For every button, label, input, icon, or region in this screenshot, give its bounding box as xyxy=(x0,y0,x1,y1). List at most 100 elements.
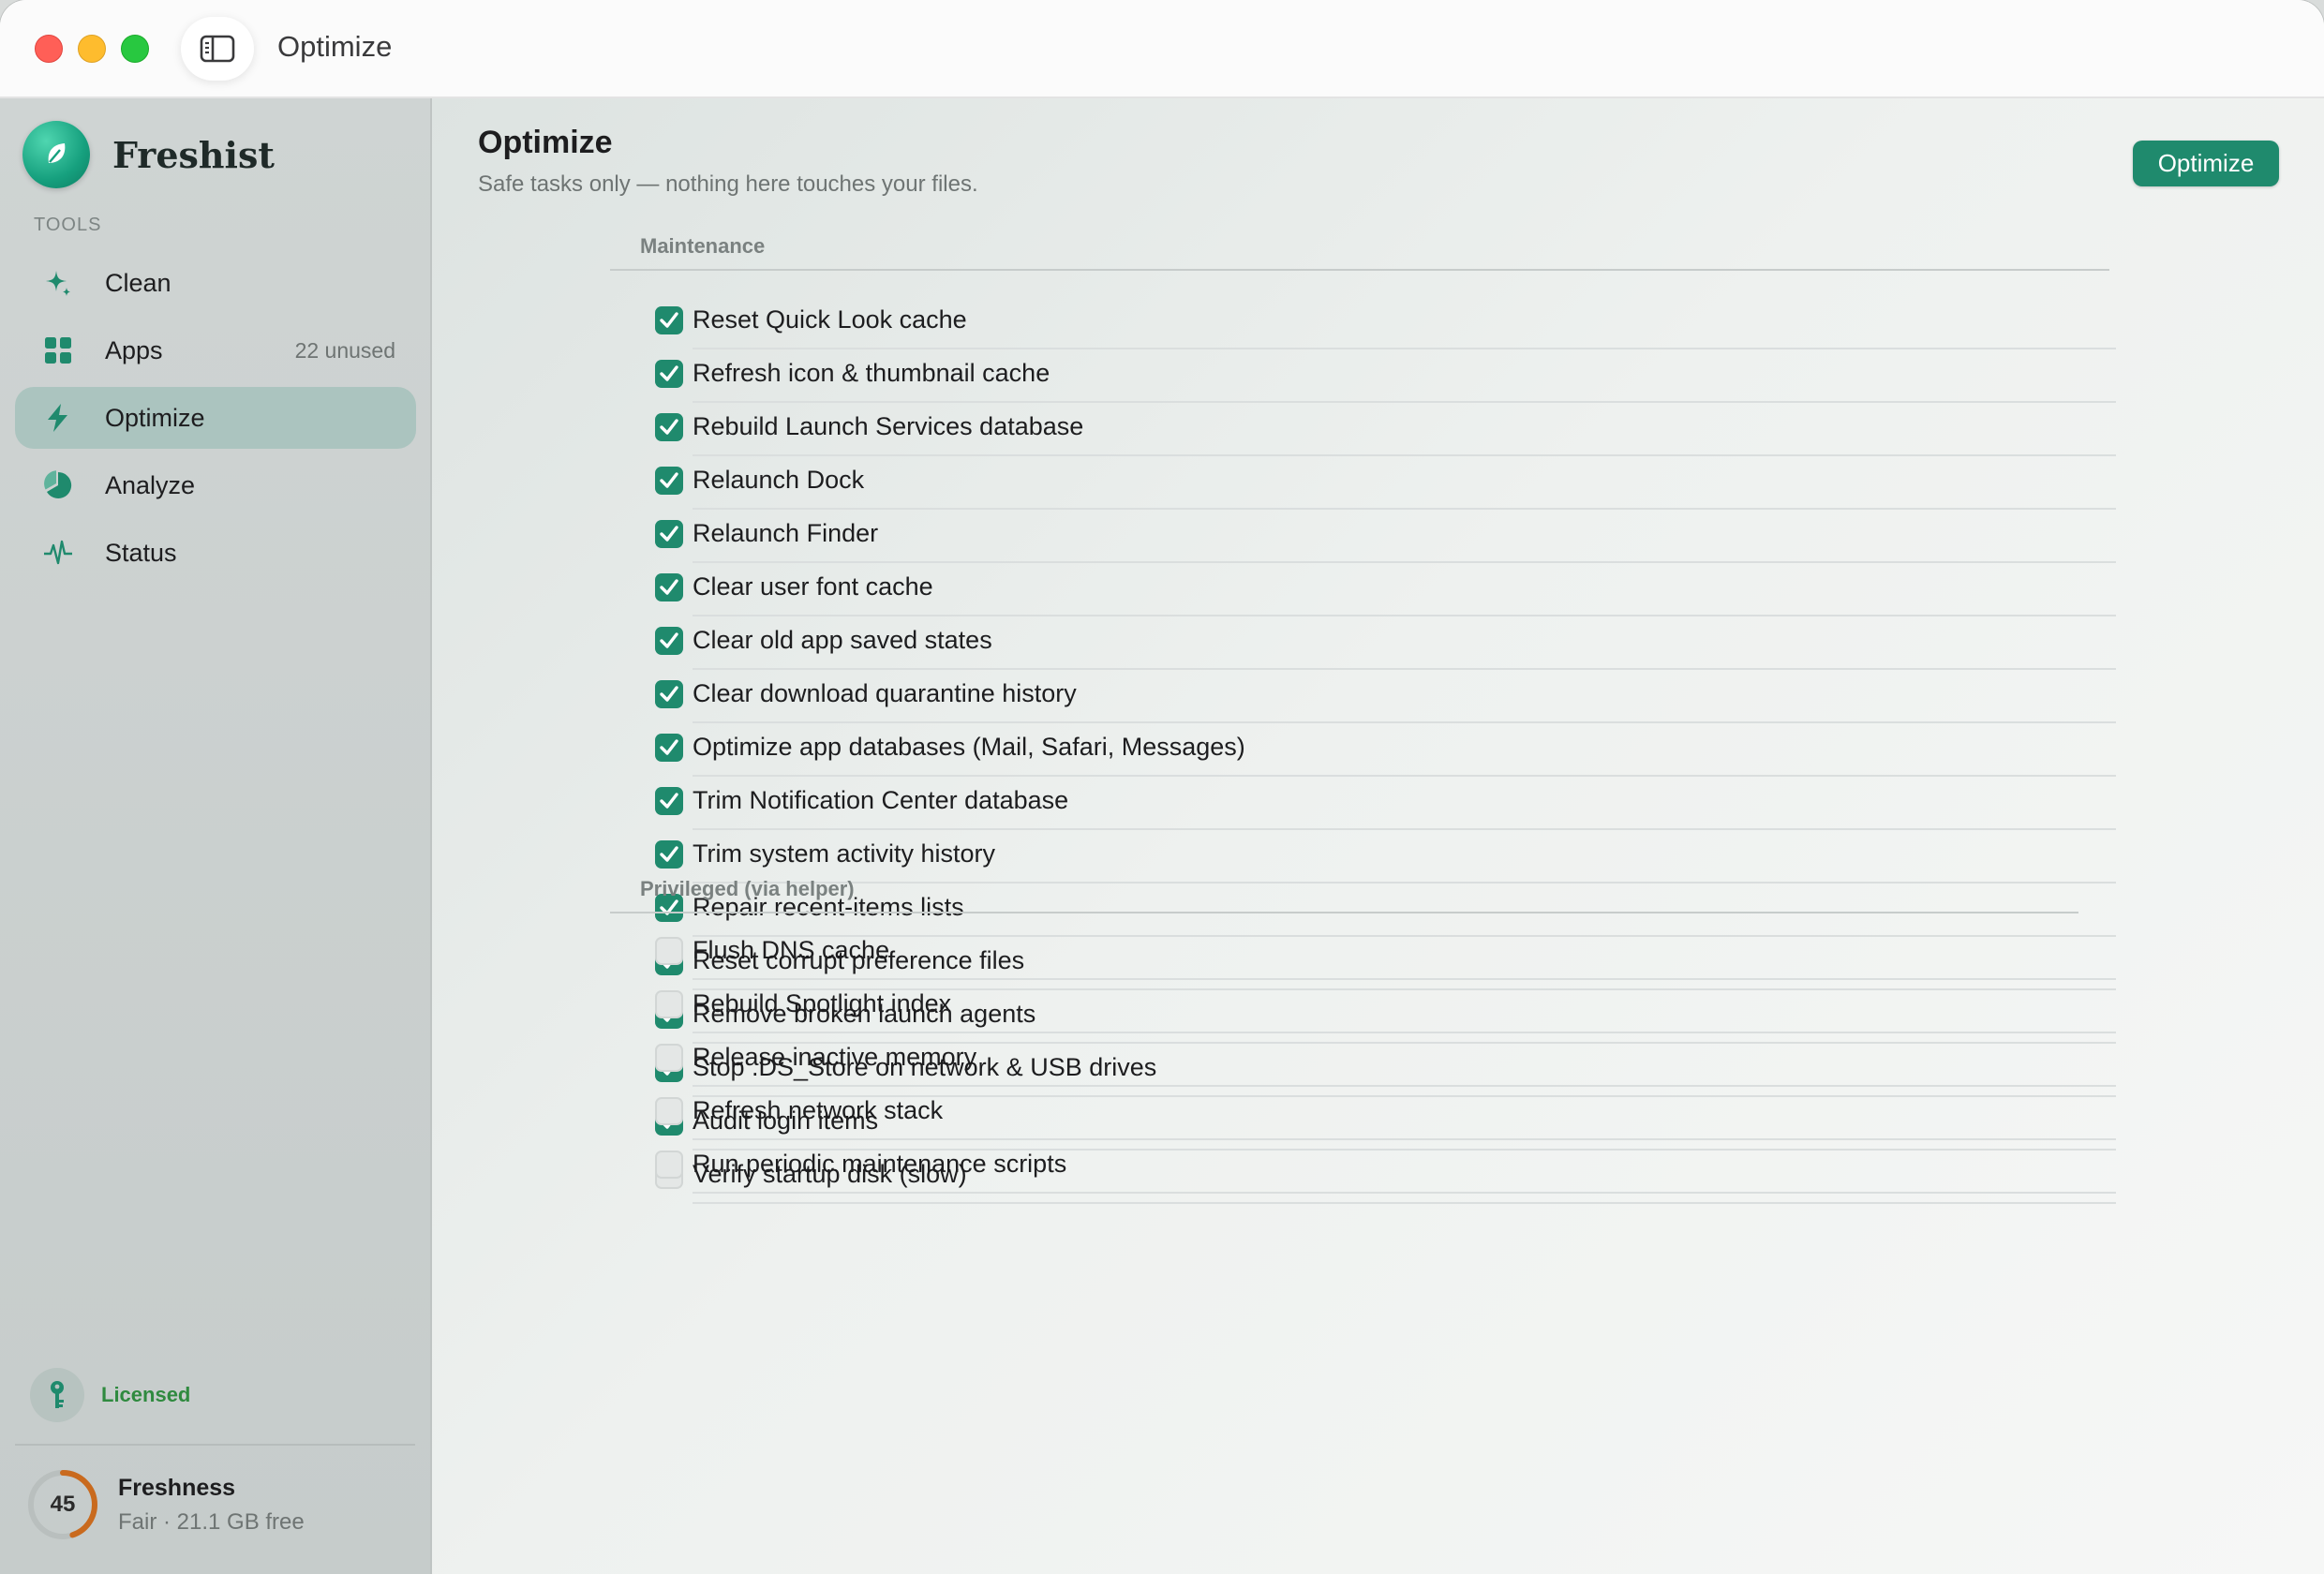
checkmark-icon xyxy=(660,312,678,328)
sidebar-divider xyxy=(15,1444,415,1446)
sidebar-item-clean[interactable]: Clean xyxy=(15,252,416,314)
pie-chart-icon xyxy=(44,470,72,498)
group-divider xyxy=(610,269,2109,271)
main-content: Optimize Safe tasks only — nothing here … xyxy=(432,98,2324,1574)
key-icon xyxy=(30,1368,84,1422)
task-row[interactable]: Relaunch Finder xyxy=(655,510,2116,563)
task-checkbox[interactable] xyxy=(655,1151,683,1179)
task-label: Clear user font cache xyxy=(693,572,933,601)
task-row[interactable]: Refresh network stack xyxy=(655,1087,2116,1140)
freshness-title: Freshness xyxy=(118,1474,236,1501)
task-checkbox[interactable] xyxy=(655,306,683,334)
row-divider xyxy=(693,1202,2116,1204)
task-label: Trim Notification Center database xyxy=(693,786,1069,814)
task-checkbox[interactable] xyxy=(655,573,683,601)
window-title: Optimize xyxy=(277,30,393,63)
task-label: Release inactive memory xyxy=(693,1043,977,1071)
sidebar-item-label: Clean xyxy=(105,268,171,297)
page-subtitle: Safe tasks only — nothing here touches y… xyxy=(478,171,978,197)
checkmark-icon xyxy=(660,899,678,915)
license-status[interactable]: Licensed xyxy=(30,1368,190,1422)
checkmark-icon xyxy=(660,793,678,809)
optimize-button[interactable]: Optimize xyxy=(2133,141,2279,186)
freshness-score: 45 xyxy=(50,1492,76,1517)
task-label: Rebuild Spotlight index xyxy=(693,989,952,1017)
section-label-tools: TOOLS xyxy=(34,215,102,235)
task-row[interactable]: Clear user font cache xyxy=(655,563,2116,616)
sidebar-item-label: Analyze xyxy=(105,470,196,499)
leaf-icon xyxy=(48,143,66,163)
task-checkbox[interactable] xyxy=(655,1044,683,1072)
task-row[interactable]: Rebuild Spotlight index xyxy=(655,980,2116,1033)
zoom-window-button[interactable] xyxy=(121,35,149,63)
task-label: Rebuild Launch Services database xyxy=(693,412,1084,440)
task-checkbox[interactable] xyxy=(655,413,683,441)
checkmark-icon xyxy=(660,739,678,755)
task-label: Optimize app databases (Mail, Safari, Me… xyxy=(693,733,1245,761)
task-row[interactable]: Rebuild Launch Services database xyxy=(655,403,2116,456)
freshness-summary[interactable]: 45 Freshness Fair · 21.1 GB free xyxy=(26,1468,305,1541)
task-row[interactable]: Trim system activity history xyxy=(655,830,2116,884)
task-label: Flush DNS cache xyxy=(693,936,890,964)
task-row[interactable]: Run periodic maintenance scripts xyxy=(655,1140,2116,1194)
checkmark-icon xyxy=(660,686,678,702)
task-checkbox[interactable] xyxy=(655,360,683,388)
task-row[interactable]: Trim Notification Center database xyxy=(655,777,2116,830)
license-label: Licensed xyxy=(101,1383,191,1406)
grid-icon xyxy=(45,337,71,364)
brand-name: Freshist xyxy=(112,133,275,176)
brand: Freshist xyxy=(22,121,275,188)
task-row[interactable]: Reset Quick Look cache xyxy=(655,296,2116,349)
task-row[interactable]: Clear old app saved states xyxy=(655,616,2116,670)
sidebar-item-analyze[interactable]: Analyze xyxy=(15,454,416,516)
sidebar-item-apps[interactable]: Apps 22 unused xyxy=(15,319,416,381)
task-label: Refresh network stack xyxy=(693,1096,944,1124)
sidebar-toggle-icon xyxy=(200,35,235,63)
minimize-window-button[interactable] xyxy=(78,35,106,63)
task-checkbox[interactable] xyxy=(655,467,683,495)
unused-apps-badge: 22 unused xyxy=(294,337,395,363)
task-row[interactable]: Flush DNS cache xyxy=(655,927,2116,980)
task-label: Reset Quick Look cache xyxy=(693,305,967,334)
pulse-icon xyxy=(44,540,72,565)
task-checkbox[interactable] xyxy=(655,680,683,708)
task-row[interactable]: Clear download quarantine history xyxy=(655,670,2116,723)
group-header: Privileged (via helper) xyxy=(640,877,855,900)
task-checkbox[interactable] xyxy=(655,1097,683,1125)
task-checkbox[interactable] xyxy=(655,787,683,815)
sidebar-item-status[interactable]: Status xyxy=(15,522,416,584)
brand-logo xyxy=(22,121,90,188)
close-window-button[interactable] xyxy=(35,35,63,63)
task-checkbox[interactable] xyxy=(655,627,683,655)
task-row[interactable]: Refresh icon & thumbnail cache xyxy=(655,349,2116,403)
task-label: Clear old app saved states xyxy=(693,626,992,654)
task-checkbox[interactable] xyxy=(655,840,683,869)
task-label: Relaunch Dock xyxy=(693,466,865,494)
task-row[interactable]: Relaunch Dock xyxy=(655,456,2116,510)
sidebar-item-label: Optimize xyxy=(105,403,205,432)
sidebar: Freshist TOOLS Clean Apps 22 unused Opti… xyxy=(0,98,432,1574)
freshness-gauge: 45 xyxy=(26,1468,99,1541)
checkmark-icon xyxy=(660,365,678,381)
task-checkbox[interactable] xyxy=(655,734,683,762)
sparkle-icon xyxy=(46,271,70,296)
checkmark-icon xyxy=(660,472,678,488)
task-checkbox[interactable] xyxy=(655,990,683,1018)
checkmark-icon xyxy=(660,419,678,435)
task-checkbox[interactable] xyxy=(655,520,683,548)
task-label: Trim system activity history xyxy=(693,839,996,868)
task-checkbox[interactable] xyxy=(655,937,683,965)
task-row[interactable]: Release inactive memory xyxy=(655,1033,2116,1087)
row-divider xyxy=(693,1192,2116,1194)
task-label: Relaunch Finder xyxy=(693,519,879,547)
group-header: Maintenance xyxy=(640,234,766,258)
freshness-subtitle: Fair · 21.1 GB free xyxy=(118,1508,305,1535)
page-title: Optimize xyxy=(478,125,613,160)
sidebar-item-optimize[interactable]: Optimize xyxy=(15,387,416,449)
sidebar-toggle-button[interactable] xyxy=(181,17,254,81)
task-row[interactable]: Optimize app databases (Mail, Safari, Me… xyxy=(655,723,2116,777)
sidebar-item-label: Apps xyxy=(105,335,163,364)
checkmark-icon xyxy=(660,632,678,648)
checkmark-icon xyxy=(660,579,678,595)
title-bar: Optimize xyxy=(0,0,2324,98)
